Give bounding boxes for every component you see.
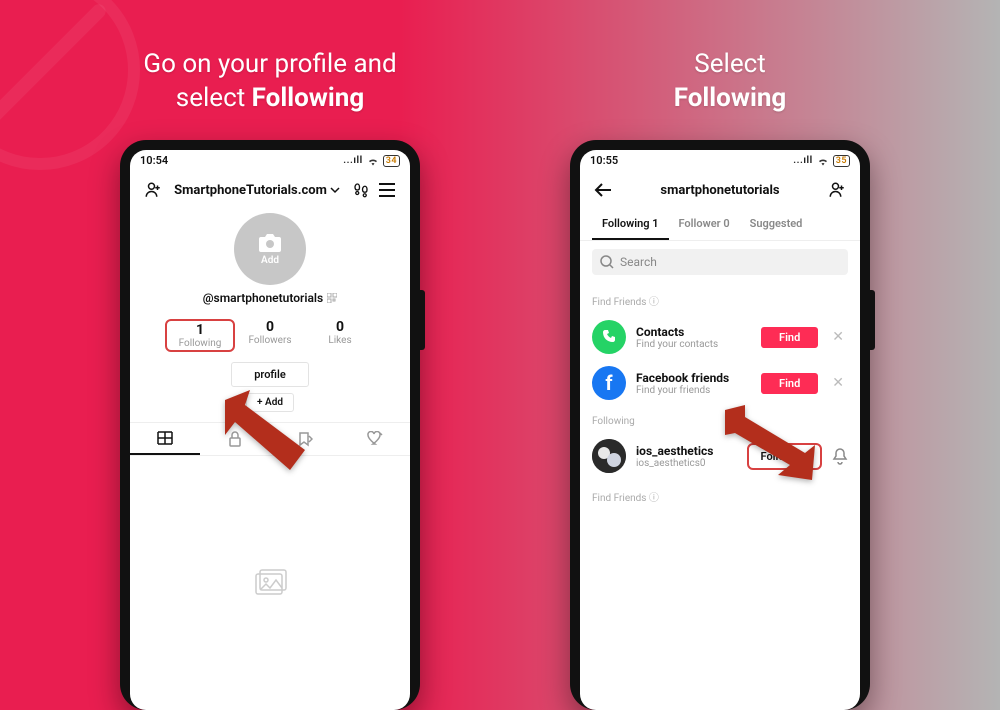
facebook-dismiss[interactable]: ✕ <box>828 375 848 391</box>
profile-title-dropdown[interactable]: SmartphoneTutorials.com <box>174 183 340 198</box>
qr-icon <box>327 293 337 303</box>
footprint-icon[interactable] <box>350 179 372 201</box>
signal-icon: ...ıll <box>793 155 812 166</box>
hamburger-icon[interactable] <box>376 179 398 201</box>
stat-likes[interactable]: 0 Likes <box>305 319 375 352</box>
caption-right-line1: Select <box>694 49 765 79</box>
facebook-row: f Facebook friends Find your friends Fin… <box>580 360 860 406</box>
battery-icon: 35 <box>833 155 850 167</box>
screen-2: 10:55 ...ıll 35 smartphonetutorials Foll… <box>580 150 860 710</box>
user-name: ios_aesthetics <box>636 444 737 458</box>
status-right: ...ıll 34 <box>343 155 400 167</box>
screen-1: 10:54 ...ıll 34 SmartphoneTutorials.com <box>130 150 410 710</box>
tab-following[interactable]: Following 1 <box>592 209 669 240</box>
lock-icon <box>228 431 242 447</box>
facebook-info: Facebook friends Find your friends <box>636 371 751 396</box>
profile-title: SmartphoneTutorials.com <box>174 183 327 198</box>
grid-icon <box>157 431 173 445</box>
profile-handle[interactable]: @smartphonetutorials <box>203 291 337 305</box>
wifi-icon <box>817 156 829 166</box>
handle-text: @smartphonetutorials <box>203 291 323 305</box>
page-title: smartphonetutorials <box>660 183 779 198</box>
stat-likes-lbl: Likes <box>305 335 375 346</box>
following-section-label: Following <box>580 406 860 433</box>
search-input[interactable]: Search <box>592 249 848 275</box>
caption-left-prefix: select <box>176 83 252 113</box>
following-user-row: ios_aesthetics ios_aesthetics0 Following <box>580 433 860 479</box>
contacts-row: Contacts Find your contacts Find ✕ <box>580 314 860 360</box>
stat-following-lbl: Following <box>171 338 229 349</box>
facebook-icon: f <box>592 366 626 400</box>
follow-tabs: Following 1 Follower 0 Suggested <box>580 209 860 241</box>
phone-frame-2: 10:55 ...ıll 35 smartphonetutorials Foll… <box>570 140 870 710</box>
caption-right-bold: Following <box>674 83 787 113</box>
profile-topbar: SmartphoneTutorials.com <box>130 171 410 209</box>
status-time: 10:55 <box>590 154 618 167</box>
signal-icon: ...ıll <box>343 155 362 166</box>
status-right: ...ıll 35 <box>793 155 850 167</box>
avatar-add-label: Add <box>261 255 279 266</box>
search-placeholder: Search <box>620 255 657 269</box>
add-bio-button[interactable]: + Add <box>246 393 294 412</box>
user-info[interactable]: ios_aesthetics ios_aesthetics0 <box>636 444 737 469</box>
contacts-icon <box>592 320 626 354</box>
tab-followers[interactable]: Follower 0 <box>669 209 740 240</box>
status-bar: 10:55 ...ıll 35 <box>580 150 860 171</box>
stat-following-num: 1 <box>171 322 229 338</box>
arrow-left-icon <box>594 183 612 197</box>
heart-icon <box>367 431 383 445</box>
facebook-title: Facebook friends <box>636 371 751 385</box>
avatar-add[interactable]: Add <box>234 213 306 285</box>
following-button[interactable]: Following <box>747 443 822 470</box>
user-handle: ios_aesthetics0 <box>636 458 737 469</box>
camera-icon <box>258 233 282 253</box>
notification-bell-icon[interactable] <box>832 447 848 465</box>
user-avatar[interactable] <box>592 439 626 473</box>
battery-icon: 34 <box>383 155 400 167</box>
caption-left-line1: Go on your profile and <box>143 49 396 79</box>
following-topbar: smartphonetutorials <box>580 171 860 209</box>
find-friends-label: Find Friends ⓘ <box>580 283 860 314</box>
edit-profile-button[interactable]: profile <box>231 362 309 387</box>
add-friend-icon[interactable] <box>826 179 848 201</box>
add-friend-icon[interactable] <box>142 179 164 201</box>
caption-left-bold: Following <box>252 83 365 113</box>
tab-bookmarks[interactable] <box>270 423 340 455</box>
contacts-dismiss[interactable]: ✕ <box>828 329 848 345</box>
status-time: 10:54 <box>140 154 168 167</box>
photos-icon <box>252 568 288 598</box>
stat-followers-num: 0 <box>235 319 305 335</box>
contacts-info: Contacts Find your contacts <box>636 325 751 350</box>
tab-suggested[interactable]: Suggested <box>740 209 813 240</box>
search-icon <box>600 255 614 269</box>
find-friends-label-2: Find Friends ⓘ <box>580 479 860 510</box>
avatar-block: Add @smartphonetutorials <box>130 209 410 313</box>
status-bar: 10:54 ...ıll 34 <box>130 150 410 171</box>
bookmark-icon <box>297 431 313 447</box>
back-button[interactable] <box>592 179 614 201</box>
caption-right: Select Following <box>610 48 850 116</box>
contacts-title: Contacts <box>636 325 751 339</box>
tab-grid[interactable] <box>130 423 200 455</box>
tab-private[interactable] <box>200 423 270 455</box>
wifi-icon <box>367 156 379 166</box>
stat-likes-num: 0 <box>305 319 375 335</box>
empty-state <box>130 456 410 710</box>
contacts-subtitle: Find your contacts <box>636 339 751 350</box>
phone-frame-1: 10:54 ...ıll 34 SmartphoneTutorials.com <box>120 140 420 710</box>
contacts-find-button[interactable]: Find <box>761 327 818 348</box>
tab-liked[interactable] <box>340 423 410 455</box>
caption-left: Go on your profile and select Following <box>100 48 440 116</box>
chevron-down-icon <box>330 185 340 195</box>
profile-stats: 1 Following 0 Followers 0 Likes <box>130 313 410 358</box>
facebook-find-button[interactable]: Find <box>761 373 818 394</box>
profile-content-tabs <box>130 422 410 456</box>
stat-followers-lbl: Followers <box>235 335 305 346</box>
facebook-subtitle: Find your friends <box>636 385 751 396</box>
stat-following[interactable]: 1 Following <box>165 319 235 352</box>
profile-buttons: profile + Add <box>130 358 410 422</box>
stat-followers[interactable]: 0 Followers <box>235 319 305 352</box>
